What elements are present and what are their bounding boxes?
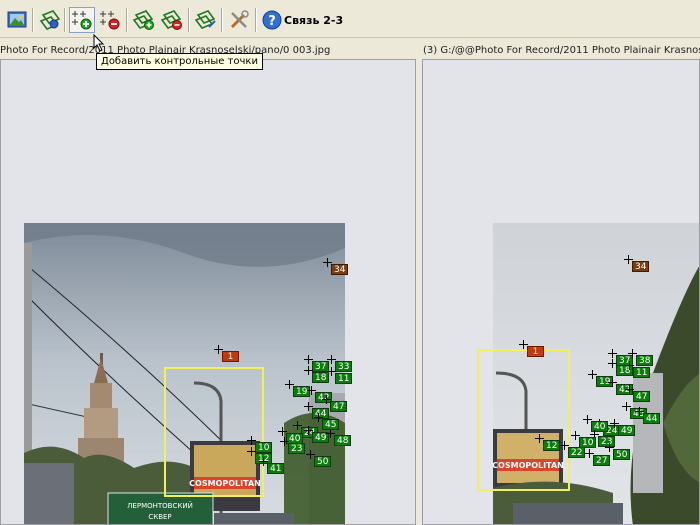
- link-button[interactable]: [37, 7, 63, 33]
- selection-box[interactable]: [164, 367, 264, 497]
- right-control-point-44[interactable]: 44: [643, 413, 661, 424]
- crosshair-icon: [588, 370, 597, 379]
- right-control-point-12[interactable]: 12: [543, 440, 561, 451]
- crosshair-icon: [259, 457, 268, 466]
- left-control-point-34[interactable]: 34: [331, 264, 349, 275]
- toolbar: ? Связь 2-3: [0, 0, 700, 38]
- crosshair-icon: [622, 402, 631, 411]
- left-control-point-1[interactable]: 1: [222, 351, 239, 362]
- crosshair-icon: [304, 366, 313, 375]
- tools-icon: [230, 10, 249, 29]
- crosshair-icon: [585, 449, 594, 458]
- crosshair-icon: [571, 431, 580, 440]
- crosshair-icon: [628, 349, 637, 358]
- right-image-path: (3) G:/@@Photo For Record/2011 Photo Pla…: [423, 45, 700, 56]
- crosshair-icon: [583, 415, 592, 424]
- crosshair-icon: [326, 429, 335, 438]
- left-control-point-41[interactable]: 41: [267, 463, 285, 474]
- svg-text:?: ?: [268, 14, 276, 29]
- crosshair-icon: [304, 355, 313, 364]
- left-control-point-10[interactable]: 10: [255, 442, 273, 453]
- tools-button[interactable]: [226, 7, 252, 33]
- remove-points-icon: [100, 11, 120, 30]
- crosshair-icon: [625, 361, 634, 370]
- crosshair-icon: [535, 434, 544, 443]
- crosshair-icon: [293, 421, 302, 430]
- right-control-point-47[interactable]: 47: [633, 391, 651, 402]
- selection-box-right[interactable]: [477, 349, 570, 491]
- optimize-icon: [195, 10, 216, 29]
- left-control-point-48[interactable]: 48: [334, 435, 352, 446]
- remove-link-button[interactable]: [159, 7, 185, 33]
- right-control-point-50[interactable]: 50: [613, 449, 631, 460]
- crosshair-icon: [304, 402, 313, 411]
- left-control-point-50[interactable]: 50: [314, 456, 332, 467]
- image-icon: [7, 11, 27, 28]
- image-button[interactable]: [4, 7, 30, 33]
- sign-line2: СКВЕР: [148, 513, 171, 521]
- right-control-point-49[interactable]: 49: [618, 425, 636, 436]
- crosshair-icon: [624, 255, 633, 264]
- link-icon: [39, 10, 61, 30]
- add-points-icon: [72, 11, 92, 30]
- right-control-point-22[interactable]: 22: [568, 447, 586, 458]
- help-icon: ?: [262, 10, 282, 30]
- crosshair-icon: [285, 380, 294, 389]
- crosshair-icon: [322, 395, 331, 404]
- remove-points-button[interactable]: [97, 7, 123, 33]
- crosshair-icon: [605, 443, 614, 452]
- sign-line1: ЛЕРМОНТОВСКИЙ: [127, 501, 193, 510]
- right-control-point-1[interactable]: 1: [527, 346, 544, 357]
- crosshair-icon: [327, 367, 336, 376]
- right-control-point-11[interactable]: 11: [633, 367, 651, 378]
- help-button[interactable]: ?: [259, 7, 285, 33]
- right-control-point-34[interactable]: 34: [632, 261, 650, 272]
- crosshair-icon: [608, 359, 617, 368]
- add-link-button[interactable]: [131, 7, 157, 33]
- right-control-point-27[interactable]: 27: [593, 455, 611, 466]
- add-link-icon: [133, 10, 154, 30]
- crosshair-icon: [560, 441, 569, 450]
- left-control-point-11[interactable]: 11: [335, 373, 353, 384]
- crosshair-icon: [307, 386, 316, 395]
- crosshair-icon: [278, 427, 287, 436]
- left-image-pane[interactable]: COSMOPOLITAN ЛЕРМОНТОВСКИЙ СКВЕР 34 1 37 33…: [0, 59, 416, 525]
- crosshair-icon: [625, 385, 634, 394]
- crosshair-icon: [323, 258, 332, 267]
- right-image-pane[interactable]: COSMOPOLITAN 34 1 37 38 18 11 19 42 47 45 44 24 40 49…: [422, 59, 700, 525]
- left-control-point-23[interactable]: 23: [288, 443, 306, 454]
- remove-link-icon: [161, 10, 182, 30]
- crosshair-icon: [214, 345, 223, 354]
- crosshair-icon: [635, 407, 644, 416]
- crosshair-icon: [314, 413, 323, 422]
- right-control-point-38[interactable]: 38: [636, 355, 654, 366]
- crosshair-icon: [280, 437, 289, 446]
- crosshair-icon: [247, 447, 256, 456]
- crosshair-icon: [608, 378, 617, 387]
- add-points-button[interactable]: [69, 7, 95, 33]
- crosshair-icon: [610, 419, 619, 428]
- left-control-point-47[interactable]: 47: [330, 401, 348, 412]
- crosshair-icon: [327, 355, 336, 364]
- left-control-point-33[interactable]: 33: [335, 361, 353, 372]
- connection-title: Связь 2-3: [284, 14, 344, 27]
- crosshair-icon: [247, 436, 256, 445]
- crosshair-icon: [519, 340, 528, 349]
- optimize-button[interactable]: [193, 7, 219, 33]
- mouse-cursor-icon: [93, 34, 105, 52]
- crosshair-icon: [304, 426, 313, 435]
- crosshair-icon: [306, 450, 315, 459]
- tooltip: Добавить контрольные точки: [96, 53, 263, 70]
- crosshair-icon: [608, 349, 617, 358]
